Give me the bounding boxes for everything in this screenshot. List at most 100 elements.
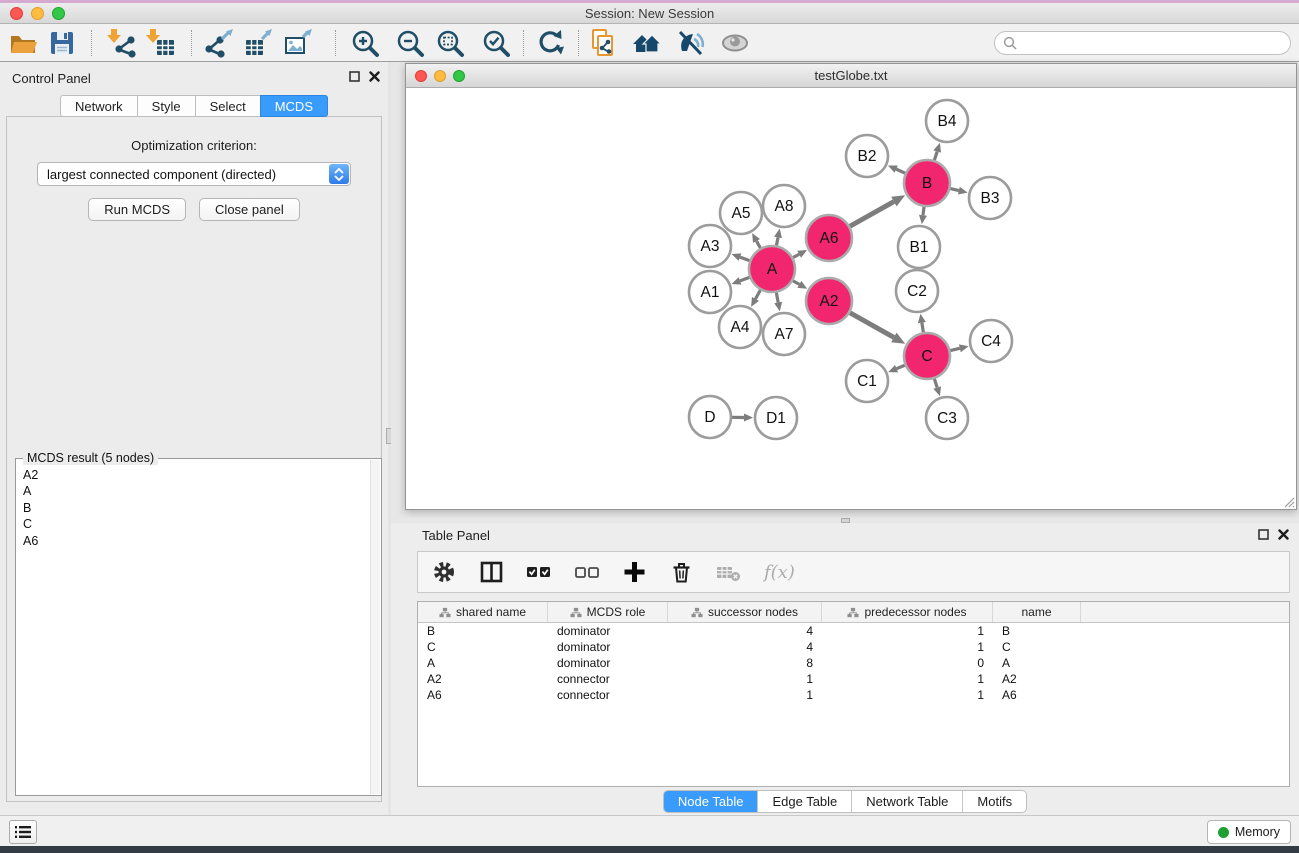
- edge-A2-C[interactable]: [850, 313, 894, 338]
- export-table-button[interactable]: [241, 26, 275, 60]
- close-panel-button[interactable]: Close panel: [199, 198, 300, 221]
- edge-C-C2[interactable]: [922, 323, 923, 333]
- close-panel-icon[interactable]: [369, 71, 380, 82]
- import-network-button[interactable]: [104, 26, 138, 60]
- tab-edge-table[interactable]: Edge Table: [757, 791, 851, 812]
- network-window-titlebar[interactable]: testGlobe.txt: [406, 64, 1296, 88]
- zoom-fit-button[interactable]: [433, 26, 467, 60]
- edge-A-A3[interactable]: [740, 257, 749, 261]
- edge-arrowhead: [918, 314, 926, 324]
- criterion-select[interactable]: largest connected component (directed): [37, 162, 351, 186]
- node-C2[interactable]: C2: [896, 270, 938, 312]
- edge-C-C4[interactable]: [950, 348, 959, 350]
- node-A3[interactable]: A3: [689, 225, 731, 267]
- zoom-in-button[interactable]: [348, 26, 382, 60]
- table-row[interactable]: Cdominator41C: [418, 639, 1289, 655]
- clone-network-button[interactable]: [585, 26, 619, 60]
- node-A1[interactable]: A1: [689, 271, 731, 313]
- select-all-columns-button[interactable]: [526, 559, 552, 585]
- column-header-predecessor-nodes[interactable]: predecessor nodes: [822, 602, 993, 622]
- refresh-button[interactable]: [533, 26, 567, 60]
- node-B3[interactable]: B3: [969, 177, 1011, 219]
- close-table-panel-icon[interactable]: [1278, 529, 1289, 540]
- save-session-button[interactable]: [45, 26, 79, 60]
- edge-A-A5[interactable]: [756, 241, 760, 248]
- edge-A-A6[interactable]: [793, 254, 799, 257]
- function-builder-button[interactable]: f(x): [764, 562, 795, 583]
- hide-graphics-details-button[interactable]: [673, 26, 707, 60]
- tab-network[interactable]: Network: [60, 95, 137, 117]
- column-header-name[interactable]: name: [993, 602, 1081, 622]
- memory-button[interactable]: Memory: [1207, 820, 1291, 844]
- edge-A-A1[interactable]: [740, 277, 749, 281]
- node-B2[interactable]: B2: [846, 135, 888, 177]
- node-D[interactable]: D: [689, 396, 731, 438]
- run-mcds-button[interactable]: Run MCDS: [88, 198, 186, 221]
- node-A6[interactable]: A6: [806, 215, 852, 261]
- node-label: D: [704, 409, 715, 426]
- edge-C-C3[interactable]: [934, 379, 937, 388]
- delete-column-button[interactable]: [669, 559, 694, 585]
- tab-select[interactable]: Select: [195, 95, 260, 117]
- node-C[interactable]: C: [904, 333, 950, 379]
- export-image-button[interactable]: [281, 26, 315, 60]
- table-row[interactable]: Bdominator41B: [418, 623, 1289, 639]
- node-A2[interactable]: A2: [806, 278, 852, 324]
- node-B[interactable]: B: [904, 160, 950, 206]
- edge-A-A8[interactable]: [776, 237, 778, 245]
- deselect-all-columns-button[interactable]: [574, 559, 600, 585]
- node-C1[interactable]: C1: [846, 360, 888, 402]
- edge-C-C1[interactable]: [897, 365, 905, 368]
- node-B4[interactable]: B4: [926, 100, 968, 142]
- edge-B-B1[interactable]: [923, 207, 924, 215]
- tab-style[interactable]: Style: [137, 95, 195, 117]
- edge-A-A7[interactable]: [776, 293, 778, 303]
- float-table-panel-icon[interactable]: [1258, 529, 1269, 540]
- node-label: C: [921, 348, 932, 365]
- column-header-successor-nodes[interactable]: successor nodes: [668, 602, 822, 622]
- node-C3[interactable]: C3: [926, 397, 968, 439]
- node-A8[interactable]: A8: [763, 185, 805, 227]
- import-table-button[interactable]: [143, 26, 177, 60]
- table-settings-button[interactable]: [432, 559, 457, 585]
- tab-network-table[interactable]: Network Table: [851, 791, 962, 812]
- birds-eye-view-button[interactable]: [718, 26, 752, 60]
- show-column-button[interactable]: [479, 559, 504, 585]
- zoom-out-button[interactable]: [393, 26, 427, 60]
- search-input[interactable]: [1022, 34, 1290, 52]
- node-A5[interactable]: A5: [720, 192, 762, 234]
- table-row[interactable]: A2connector11A2: [418, 671, 1289, 687]
- table-panel-title: Table Panel: [422, 528, 490, 543]
- edge-B-B2[interactable]: [896, 169, 905, 173]
- tab-mcds[interactable]: MCDS: [260, 95, 328, 117]
- edge-B-B3[interactable]: [950, 189, 959, 191]
- column-header-shared-name[interactable]: shared name: [418, 602, 548, 622]
- network-canvas[interactable]: B4 B2 B B3 A8A5 A6 A3 B1 A A1 C2 A2 A4A7 C4 C C1 C3 D D1: [406, 88, 1296, 509]
- create-column-button[interactable]: [622, 559, 647, 585]
- node-C4[interactable]: C4: [970, 320, 1012, 362]
- open-session-button[interactable]: [6, 26, 40, 60]
- task-history-button[interactable]: [9, 820, 37, 844]
- tab-node-table[interactable]: Node Table: [664, 791, 758, 812]
- node-D1[interactable]: D1: [755, 397, 797, 439]
- edge-A-A2[interactable]: [793, 281, 799, 285]
- delete-table-button[interactable]: [716, 559, 742, 585]
- node-B1[interactable]: B1: [898, 226, 940, 268]
- resize-grip-icon[interactable]: [1283, 496, 1295, 508]
- column-header-mcds-role[interactable]: MCDS role: [548, 602, 668, 622]
- edge-B-B4[interactable]: [934, 151, 937, 160]
- result-scrollbar[interactable]: [370, 460, 380, 794]
- edge-A6-B[interactable]: [850, 202, 894, 227]
- node-A4[interactable]: A4: [719, 306, 761, 348]
- result-item: A6: [16, 533, 370, 549]
- table-row[interactable]: Adominator80A: [418, 655, 1289, 671]
- tab-motifs[interactable]: Motifs: [962, 791, 1026, 812]
- export-network-button[interactable]: [202, 26, 236, 60]
- houses-button[interactable]: [630, 26, 664, 60]
- node-A[interactable]: A: [749, 246, 795, 292]
- table-row[interactable]: A6connector11A6: [418, 687, 1289, 703]
- node-A7[interactable]: A7: [763, 313, 805, 355]
- edge-A-A4[interactable]: [755, 290, 760, 299]
- zoom-selected-button[interactable]: [479, 26, 513, 60]
- float-panel-icon[interactable]: [349, 71, 360, 82]
